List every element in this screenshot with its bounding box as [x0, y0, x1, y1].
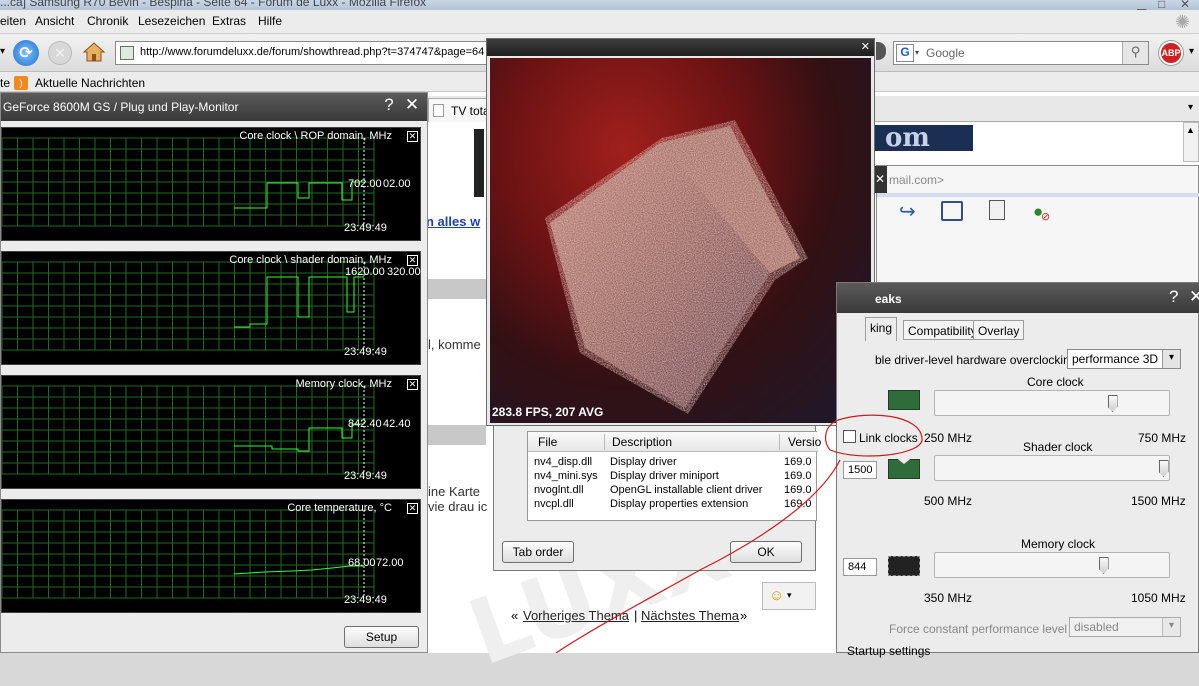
red-annotation: [555, 414, 923, 653]
